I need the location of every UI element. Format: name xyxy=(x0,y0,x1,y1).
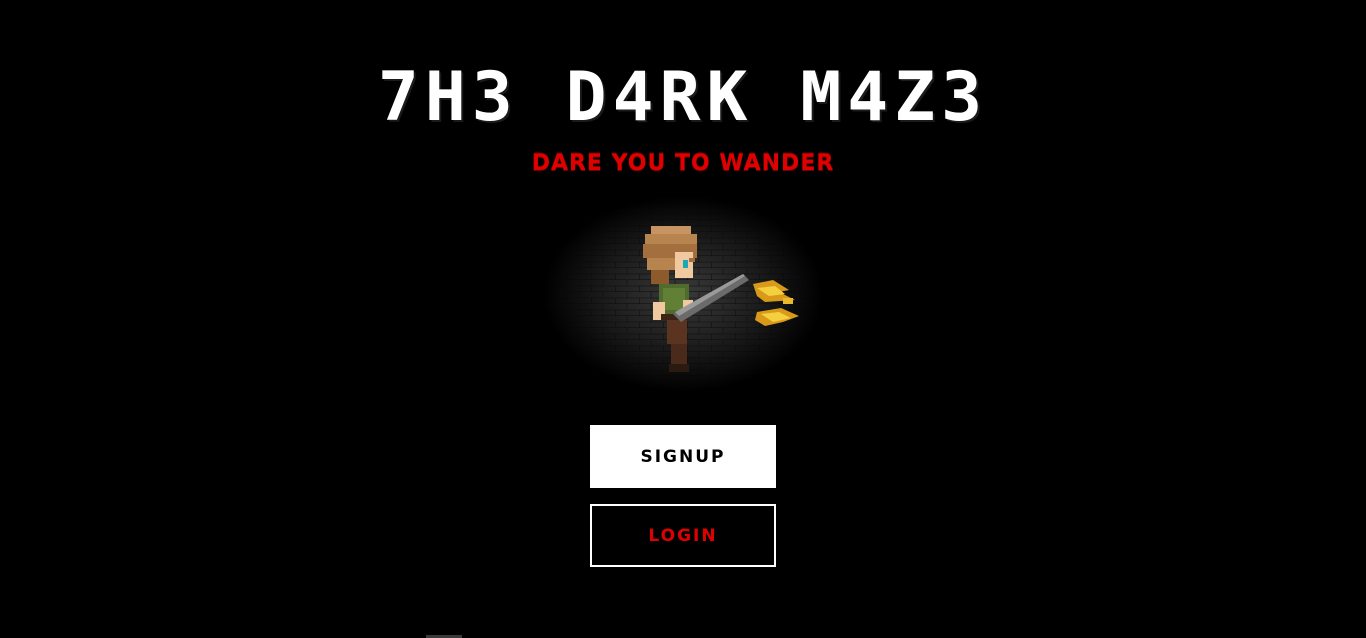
pixel-hero-icon xyxy=(543,196,823,392)
hero-image xyxy=(543,196,823,392)
game-title: 7H3 D4RK M4Z3 xyxy=(377,58,989,137)
signup-button[interactable]: SIGNUP xyxy=(590,425,776,488)
login-button[interactable]: LOGIN xyxy=(590,504,776,567)
game-tagline: DARE YOU TO WANDER xyxy=(531,151,835,176)
